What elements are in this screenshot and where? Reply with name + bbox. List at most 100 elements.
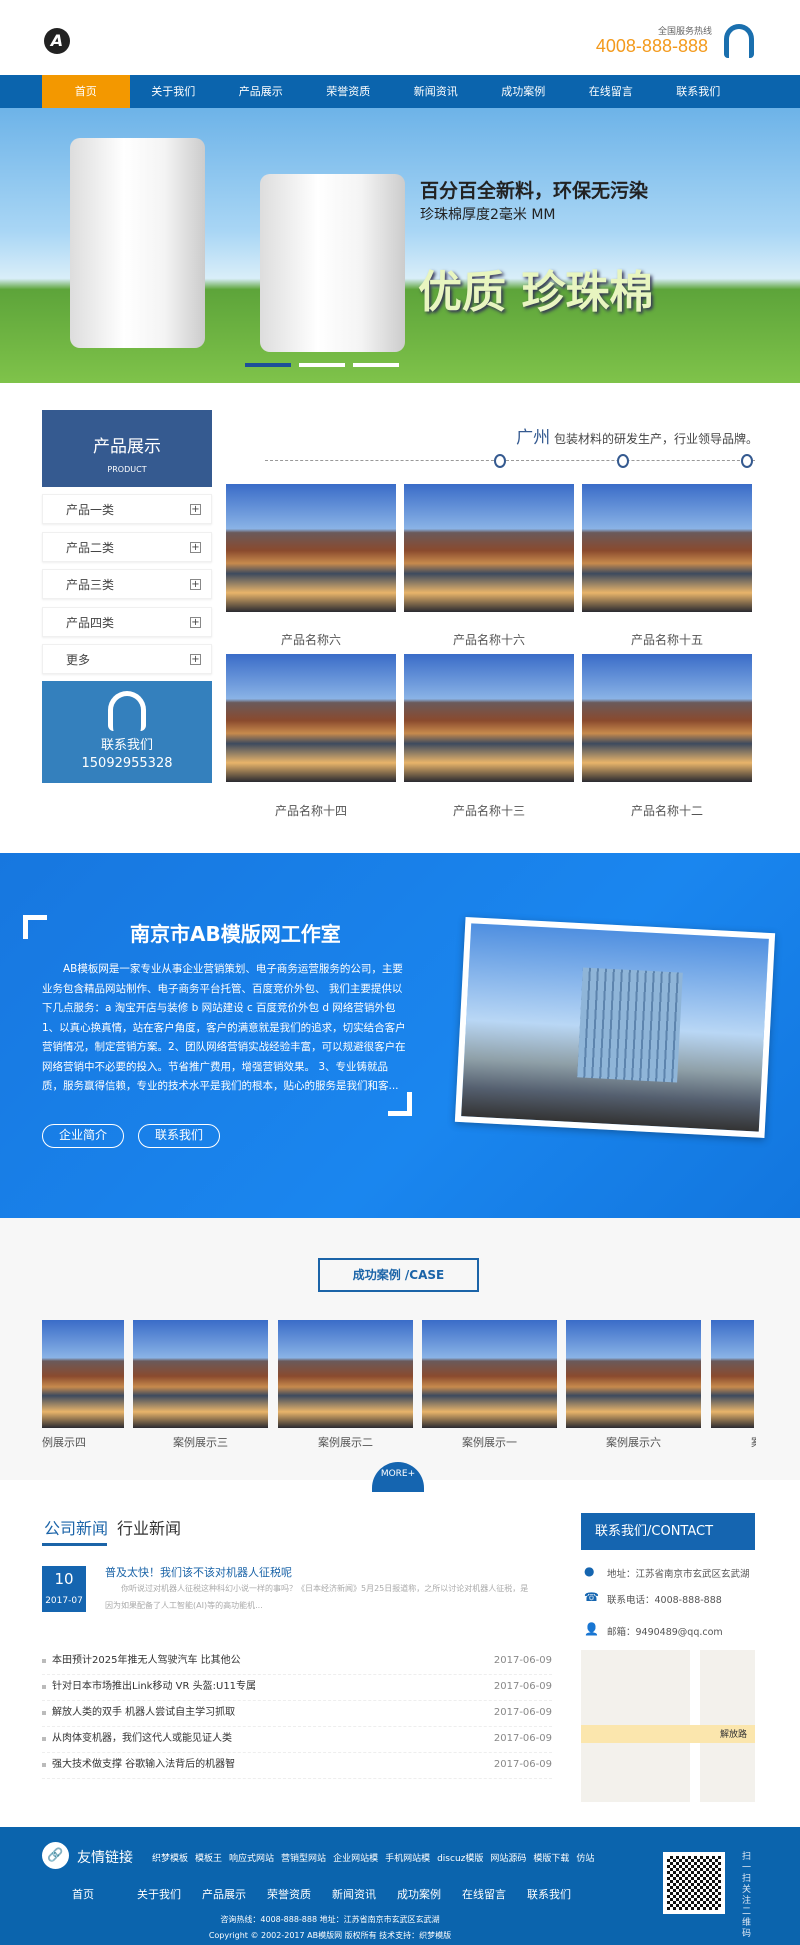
- friend-link[interactable]: discuz模版: [437, 1851, 483, 1864]
- slider-dot[interactable]: [245, 363, 291, 367]
- footer-nav-item[interactable]: 在线留言: [462, 1886, 527, 1902]
- footer-nav-item[interactable]: 关于我们: [137, 1886, 202, 1902]
- address-text: 地址：江苏省南京市玄武区玄武湖: [607, 1569, 750, 1580]
- date-day: 10: [54, 1570, 74, 1588]
- slider-dot[interactable]: [353, 363, 399, 367]
- news-title: 从肉体变机器，我们这代人或能见证人类: [52, 1733, 232, 1744]
- product-caption[interactable]: 产品名称十六: [404, 631, 574, 648]
- footer-nav-item[interactable]: 新闻资讯: [332, 1886, 397, 1902]
- footer-nav-item[interactable]: 产品展示: [202, 1886, 267, 1902]
- case-caption[interactable]: 案例展示六: [566, 1434, 701, 1450]
- banner[interactable]: 百分百全新料，环保无污染 珍珠棉厚度2毫米 MM 优质 珍珠棉: [0, 108, 800, 383]
- case-caption[interactable]: 例展示四: [42, 1434, 92, 1450]
- case-image[interactable]: [42, 1320, 124, 1428]
- friend-link[interactable]: 营销型网站: [281, 1851, 326, 1864]
- company-intro-button[interactable]: 企业简介: [42, 1124, 124, 1148]
- case-caption[interactable]: 案例展示三: [133, 1434, 268, 1450]
- product-image[interactable]: [582, 484, 752, 612]
- tab-industry-news[interactable]: 行业新闻: [117, 1515, 181, 1539]
- news-date: 2017-06-09: [493, 1707, 552, 1718]
- footer-nav-item[interactable]: 联系我们: [527, 1886, 592, 1902]
- contact-title: 联系我们/CONTACT: [581, 1513, 755, 1550]
- tab-company-news[interactable]: 公司新闻: [44, 1515, 108, 1539]
- sidebar-item[interactable]: 产品四类 +: [42, 607, 212, 637]
- news-title: 强大技术做支撑 谷歌输入法背后的机器智: [52, 1759, 236, 1770]
- friend-link[interactable]: 模板王: [195, 1851, 222, 1864]
- sidebar-item[interactable]: 更多 +: [42, 644, 212, 674]
- product-image[interactable]: [404, 484, 574, 612]
- friend-link[interactable]: 响应式网站: [229, 1851, 274, 1864]
- news-item[interactable]: 针对日本市场推出Link移动 VR 头盔:U11专属 2017-06-09: [42, 1675, 552, 1701]
- product-image[interactable]: [226, 654, 396, 782]
- contact-us-button[interactable]: 联系我们: [138, 1124, 220, 1148]
- friend-links-label: 友情链接: [77, 1850, 133, 1866]
- product-image[interactable]: [404, 654, 574, 782]
- slider-dot[interactable]: [299, 363, 345, 367]
- case-image[interactable]: [422, 1320, 557, 1428]
- news-date: 2017-06-09: [493, 1655, 552, 1666]
- sidebar-item[interactable]: 产品一类 +: [42, 494, 212, 524]
- header: A 全国服务热线 4008-888-888: [0, 0, 800, 75]
- footer-copyright: Copyright © 2002-2017 AB模版网 版权所有 技术支持：织梦…: [208, 1931, 452, 1940]
- nav-message[interactable]: 在线留言: [567, 75, 655, 108]
- nav-news[interactable]: 新闻资讯: [392, 75, 480, 108]
- nav-home[interactable]: 首页: [42, 75, 130, 108]
- case-caption[interactable]: 案例展示一: [422, 1434, 557, 1450]
- circle-icon: [741, 454, 753, 468]
- about-text: AB模板网是一家专业从事企业营销策划、电子商务运营服务的公司，主要业务包含精品网…: [42, 963, 406, 1092]
- friend-link[interactable]: 织梦模板: [152, 1851, 188, 1864]
- logo[interactable]: A: [44, 28, 70, 54]
- about-title: 南京市AB模版网工作室: [130, 922, 341, 946]
- sidebar-item[interactable]: 产品二类 +: [42, 532, 212, 562]
- cases-title: 成功案例 /CASE: [318, 1258, 479, 1292]
- email-text: 邮箱：9490489@qq.com: [607, 1627, 723, 1638]
- plus-icon: +: [190, 654, 201, 665]
- case-image[interactable]: [566, 1320, 701, 1428]
- case-image[interactable]: [711, 1320, 754, 1428]
- case-caption[interactable]: 案例展示二: [278, 1434, 413, 1450]
- plus-icon: +: [190, 504, 201, 515]
- nav-cases[interactable]: 成功案例: [480, 75, 568, 108]
- foam-roll-image: [260, 174, 405, 352]
- nav-products[interactable]: 产品展示: [217, 75, 305, 108]
- product-caption[interactable]: 产品名称十五: [582, 631, 752, 648]
- product-caption[interactable]: 产品名称十二: [582, 802, 752, 819]
- case-image[interactable]: [133, 1320, 268, 1428]
- product-caption[interactable]: 产品名称十四: [226, 802, 396, 819]
- friend-link[interactable]: 企业网站模: [333, 1851, 378, 1864]
- contact-label: 联系我们: [100, 738, 153, 753]
- sidebar-item[interactable]: 产品三类 +: [42, 569, 212, 599]
- product-caption[interactable]: 产品名称六: [226, 631, 396, 648]
- news-item[interactable]: 本田预计2025年推无人驾驶汽车 比其他公 2017-06-09: [42, 1649, 552, 1675]
- news-item[interactable]: 解放人类的双手 机器人尝试自主学习抓取 2017-06-09: [42, 1701, 552, 1727]
- circle-icon: [617, 454, 629, 468]
- slogan: 广州 包装材料的研发生产，行业领导品牌。: [516, 423, 758, 448]
- case-caption[interactable]: 案: [751, 1434, 756, 1450]
- footer-nav-item[interactable]: 荣誉资质: [267, 1886, 332, 1902]
- news-item[interactable]: 强大技术做支撑 谷歌输入法背后的机器智 2017-06-09: [42, 1753, 552, 1779]
- nav-about[interactable]: 关于我们: [130, 75, 218, 108]
- product-image[interactable]: [226, 484, 396, 612]
- sidebar-contact[interactable]: 联系我们 15092955328: [42, 681, 212, 783]
- footer-nav-item[interactable]: 成功案例: [397, 1886, 462, 1902]
- friend-link[interactable]: 仿站: [576, 1851, 594, 1864]
- plus-icon: +: [190, 579, 201, 590]
- footer-nav-item[interactable]: 首页: [72, 1886, 137, 1902]
- news-item[interactable]: 从肉体变机器，我们这代人或能见证人类 2017-06-09: [42, 1727, 552, 1753]
- friend-link[interactable]: 模版下载: [533, 1851, 569, 1864]
- sidebar-item-label: 产品四类: [66, 616, 115, 630]
- footer-nav: 首页 关于我们 产品展示 荣誉资质 新闻资讯 成功案例 在线留言 联系我们: [72, 1886, 592, 1902]
- phone-text: 联系电话：4008-888-888: [607, 1595, 722, 1606]
- slider-dots: [245, 363, 399, 367]
- nav-contact[interactable]: 联系我们: [655, 75, 743, 108]
- nav-honors[interactable]: 荣誉资质: [305, 75, 393, 108]
- featured-news-summary: 你听说过对机器人征税这种科幻小说一样的事吗？《日本经济新闻》5月25日报道称，之…: [105, 1584, 529, 1610]
- sidebar-item-label: 产品二类: [66, 541, 115, 555]
- building-image: [577, 967, 683, 1083]
- product-caption[interactable]: 产品名称十三: [404, 802, 574, 819]
- case-image[interactable]: [278, 1320, 413, 1428]
- featured-news-title[interactable]: 普及太快！我们该不该对机器人征税呢: [105, 1564, 292, 1580]
- product-image[interactable]: [582, 654, 752, 782]
- friend-link[interactable]: 网站源码: [490, 1851, 526, 1864]
- friend-link[interactable]: 手机网站模: [385, 1851, 430, 1864]
